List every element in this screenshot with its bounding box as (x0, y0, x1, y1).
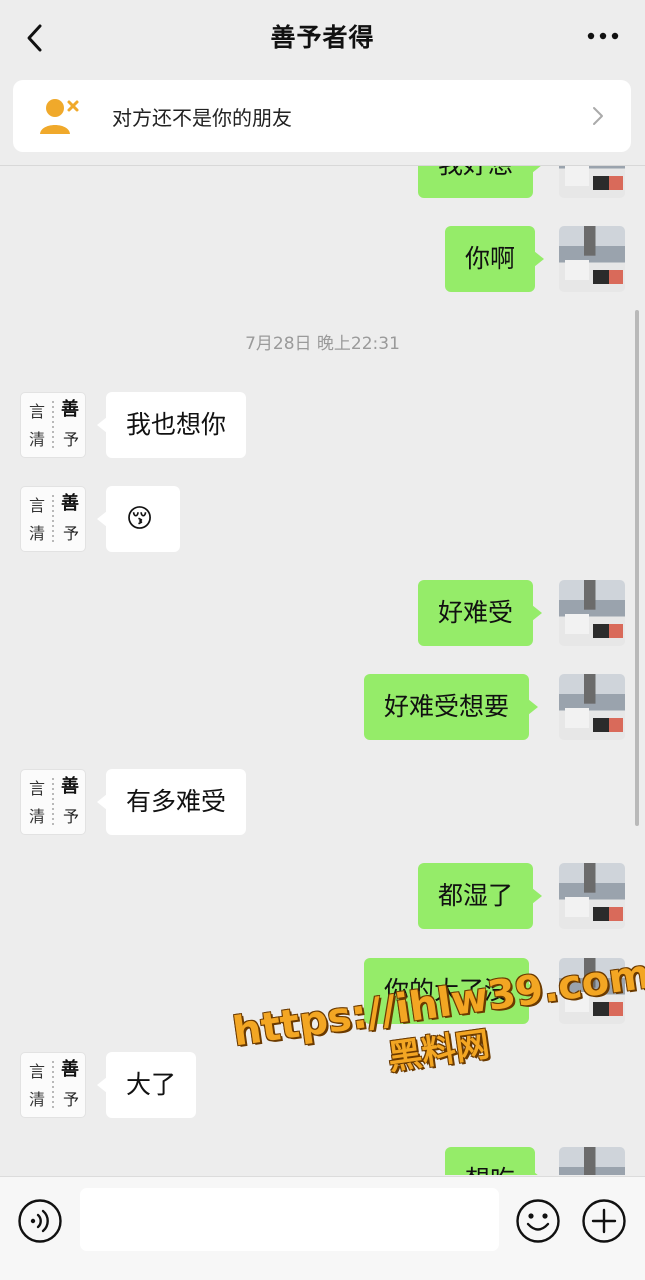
avatar-self[interactable] (559, 1147, 625, 1175)
message-bubble-sent[interactable]: 好难受想要 (364, 674, 539, 740)
top-bar: 善予者得 (0, 0, 645, 76)
message-input[interactable] (80, 1188, 499, 1251)
page-title: 善予者得 (270, 23, 375, 52)
svg-text:言: 言 (29, 1062, 45, 1081)
svg-text:清: 清 (29, 524, 45, 543)
calligraphy-avatar-image: 言 善 清 予 (29, 775, 79, 826)
avatar-self[interactable] (559, 226, 625, 292)
smiley-icon (516, 1199, 560, 1243)
more-dots-icon (587, 32, 619, 40)
svg-text:言: 言 (29, 402, 45, 421)
calligraphy-avatar-image: 言 善 清 予 (29, 398, 79, 449)
not-friend-banner[interactable]: 对方还不是你的朋友 (13, 80, 631, 152)
svg-text:清: 清 (29, 1090, 45, 1109)
message-bubble-received[interactable]: 有多难受 (96, 769, 247, 835)
chevron-right-icon (591, 106, 605, 126)
avatar-contact[interactable]: 言 善 清 予 (20, 392, 86, 458)
chat-scrollbar[interactable] (635, 310, 639, 826)
voice-icon (18, 1199, 62, 1243)
avatar-contact[interactable]: 言 善 清 予 (20, 769, 86, 835)
svg-text:予: 予 (63, 430, 79, 449)
svg-text:予: 予 (63, 807, 79, 826)
avatar-self[interactable] (559, 863, 625, 929)
calligraphy-avatar-image: 言 善 清 予 (29, 492, 79, 543)
svg-text:善: 善 (61, 398, 79, 420)
message-bubble-sent[interactable]: 都湿了 (418, 863, 543, 929)
message-timestamp: 7月28日 晚上22:31 (245, 334, 400, 354)
svg-text:善: 善 (61, 492, 79, 514)
user-remove-icon (39, 96, 83, 136)
message-bubble-sent[interactable]: 你啊 (445, 226, 545, 292)
kissing-face-emoji-icon: 😚 (126, 504, 154, 534)
message-bubble-received[interactable]: 大了 (96, 1052, 197, 1118)
svg-text:清: 清 (29, 430, 45, 449)
svg-text:善: 善 (61, 775, 79, 797)
avatar-contact[interactable]: 言 善 清 予 (20, 1052, 86, 1118)
message-bubble-received[interactable]: 😚 (97, 486, 180, 552)
message-bubble-sent[interactable]: 想吃 (445, 1147, 545, 1175)
message-bubble-sent[interactable]: 好难受 (418, 580, 543, 646)
svg-text:善: 善 (61, 1058, 79, 1080)
voice-button[interactable] (17, 1198, 63, 1244)
banner-text: 对方还不是你的朋友 (112, 106, 292, 130)
avatar-self[interactable] (559, 166, 625, 198)
avatar-self[interactable] (559, 580, 625, 646)
svg-text:言: 言 (29, 779, 45, 798)
avatar-self[interactable] (559, 674, 625, 740)
message-bubble-sent[interactable]: 我好想 (418, 166, 543, 198)
more-button[interactable] (585, 26, 621, 46)
calligraphy-avatar-image: 言 善 清 予 (29, 1058, 79, 1109)
svg-text:予: 予 (63, 524, 79, 543)
svg-text:言: 言 (29, 496, 45, 515)
message-bubble-received[interactable]: 我也想你 (96, 392, 247, 458)
svg-text:清: 清 (29, 807, 45, 826)
emoji-button[interactable] (515, 1198, 561, 1244)
avatar-contact[interactable]: 言 善 清 予 (20, 486, 86, 552)
svg-text:予: 予 (63, 1090, 79, 1109)
more-functions-button[interactable] (581, 1198, 627, 1244)
input-bar (0, 1176, 645, 1280)
plus-icon (582, 1199, 626, 1243)
